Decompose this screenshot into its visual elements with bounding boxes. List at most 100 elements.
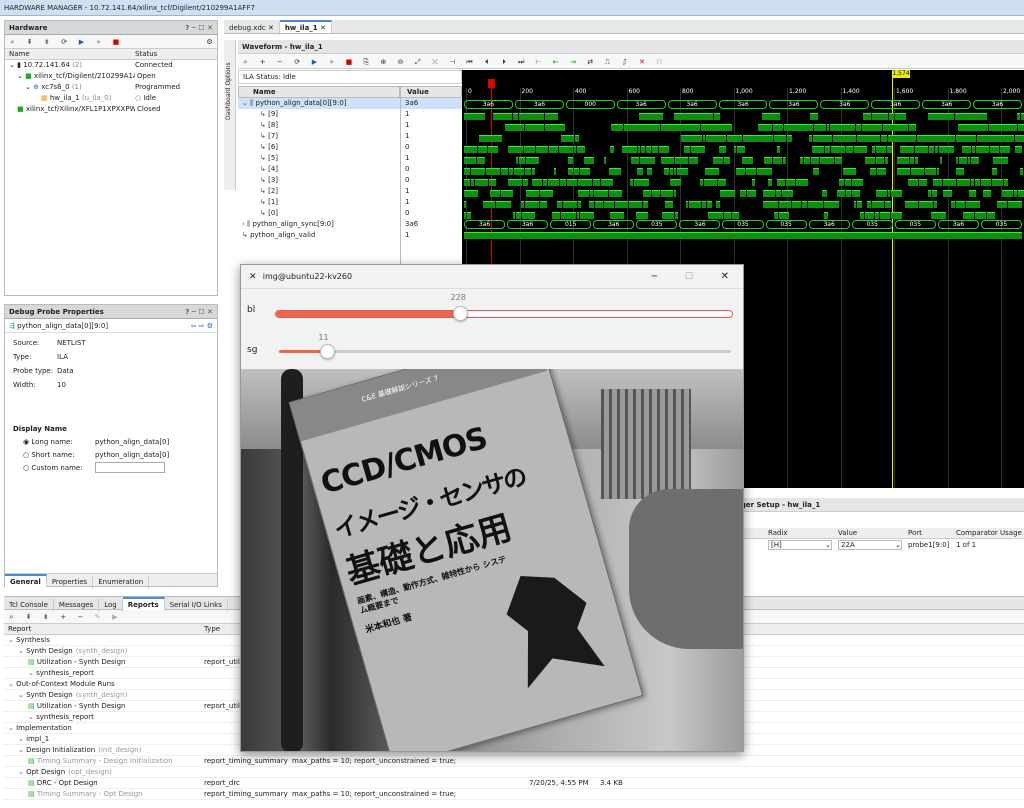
settings-icon[interactable]: ⚙ (204, 37, 215, 47)
bit-high-segment (589, 201, 594, 208)
hardware-row[interactable]: ▦ hw_ila_1 (u_ila_0) ◌ Idle (5, 93, 217, 104)
run-immediate-icon[interactable]: » (326, 57, 337, 67)
custom-name-radio[interactable]: ○ Custom name: (23, 464, 83, 472)
hardware-panel-header: Hardware ? ─ ☐ ✕ (5, 21, 217, 35)
hardware-row[interactable]: ■ xilinx_tcf/Xilinx/XFL1P1XPXXPW Closed (5, 104, 217, 115)
remove-icon[interactable]: − (274, 57, 285, 67)
signal-row[interactable]: ↳ [5] (238, 153, 400, 164)
stop-icon[interactable]: ■ (343, 57, 354, 67)
add-marker-icon[interactable]: ⊢ (533, 57, 544, 67)
collapse-all-icon[interactable]: ⇞ (23, 612, 34, 622)
snap-icon[interactable]: ⊓ (654, 57, 665, 67)
add-icon[interactable]: + (257, 57, 268, 67)
signal-row[interactable]: › ⫼ python_align_sync[9:0] (238, 219, 400, 230)
next-marker-icon[interactable]: ⇥ (567, 57, 578, 67)
fall-icon[interactable]: ⎎ (619, 57, 630, 67)
clear-icon[interactable]: ✕ (636, 57, 647, 67)
cursor-icon[interactable]: ⤫ (430, 57, 441, 67)
img-window-titlebar[interactable]: ✕ img@ubuntu22-kv260 ─ ☐ ✕ (241, 265, 743, 289)
prev-marker-icon[interactable]: ⇤ (550, 57, 561, 67)
slider-bl-handle[interactable] (452, 306, 468, 321)
maximize-icon[interactable]: ☐ (685, 265, 693, 289)
zoom-out-icon[interactable]: ⊖ (395, 57, 406, 67)
signal-row[interactable]: ↳ [7] (238, 131, 400, 142)
hardware-row[interactable]: ⌄ ■ xilinx_tcf/Digilent/210299A1AFF7 Ope… (5, 71, 217, 82)
signal-row[interactable]: ⌄ ⫼ python_align_data[0][9:0] (238, 98, 400, 109)
nav-arrows-icon[interactable]: ⇦ ⇨ ⚙ (191, 319, 213, 333)
run-trigger-icon[interactable]: ▶ (309, 57, 320, 67)
slider-sg-handle[interactable] (320, 344, 336, 359)
next-icon[interactable]: ⏵ (499, 57, 510, 67)
collapse-all-icon[interactable]: ⇞ (24, 37, 35, 47)
tab-enumeration[interactable]: Enumeration (93, 576, 150, 589)
signal-row[interactable]: ↳ [4] (238, 164, 400, 175)
slider-bl-track[interactable] (275, 310, 733, 318)
zoom-in-icon[interactable]: ⊕ (378, 57, 389, 67)
swap-icon[interactable]: ⇄ (585, 57, 596, 67)
report-row[interactable]: ⌄ Opt Design (opt_design) (4, 767, 1024, 778)
tab-properties[interactable]: Properties (47, 576, 94, 589)
expand-all-icon[interactable]: ⇟ (40, 612, 51, 622)
bit-high-segment (857, 135, 880, 142)
prev-icon[interactable]: ⏴ (481, 57, 492, 67)
refresh-icon[interactable]: ⟳ (59, 37, 70, 47)
hardware-row[interactable]: ⌄ ▮ 10.72.141.64 (2) Connected (5, 60, 217, 71)
zoom-fit-icon[interactable]: ⤢ (412, 57, 423, 67)
signal-row[interactable]: ↳ [1] (238, 197, 400, 208)
marker-icon[interactable]: ⊣ (447, 57, 458, 67)
close-icon[interactable]: ✕ (721, 265, 729, 289)
refresh-icon[interactable]: ⟳ (292, 57, 303, 67)
report-row[interactable]: ▤ Timing Summary - Design Initialization… (4, 756, 1024, 767)
signal-row[interactable]: ↳ [6] (238, 142, 400, 153)
custom-name-field[interactable] (95, 462, 165, 473)
bit-high-segment (713, 157, 723, 164)
stop-icon[interactable]: ■ (110, 37, 121, 47)
long-name-radio[interactable]: ◉ Long name: (23, 438, 73, 446)
panel-controls-icon[interactable]: ? ─ ☐ ✕ (185, 21, 213, 35)
bit-high-segment (737, 146, 745, 153)
report-row[interactable]: ▤ DRC - Opt Design report_drc 7/20/25, 4:5… (4, 778, 1024, 789)
value-select[interactable]: 22A ⌄ (838, 540, 902, 550)
radix-select[interactable]: [H] ⌄ (768, 540, 832, 550)
bus-icon: ⌄ ⫼ (242, 99, 256, 107)
dashboard-options-strip[interactable]: Dashboard Options (224, 40, 236, 190)
tab-general[interactable]: General (5, 574, 47, 587)
panel-controls-icon[interactable]: ? ─ ☐ ✕ (185, 305, 213, 319)
search-icon[interactable]: ⌕ (240, 57, 251, 67)
search-icon[interactable]: ⌕ (7, 37, 18, 47)
search-icon[interactable]: ⌕ (6, 612, 17, 622)
bit-high-segment (675, 212, 678, 219)
signal-row[interactable]: ↳ [2] (238, 186, 400, 197)
edit-icon[interactable]: ✎ (92, 612, 103, 622)
signal-row[interactable]: ↳ [9] (238, 109, 400, 120)
go-end-icon[interactable]: ⏭ (516, 57, 527, 67)
export-icon[interactable]: ⎘ (361, 57, 372, 67)
rise-icon[interactable]: ⎍ (602, 57, 613, 67)
go-start-icon[interactable]: ⏮ (464, 57, 475, 67)
expand-all-icon[interactable]: ⇟ (41, 37, 52, 47)
add-icon[interactable]: + (58, 612, 69, 622)
hardware-row[interactable]: ⌄ ⊕ xc7s6_0 (1) Programmed (5, 82, 217, 93)
report-title: Synth Design (26, 691, 73, 699)
rack-shape (601, 389, 691, 499)
signal-row[interactable]: ↳ [3] (238, 175, 400, 186)
slider-sg-track[interactable] (279, 350, 731, 353)
minimize-icon[interactable]: ─ (652, 265, 657, 289)
tab-hw-ila[interactable]: hw_ila_1 ✕ (279, 20, 332, 33)
tab-debug-xdc[interactable]: debug.xdc ✕ (224, 22, 280, 35)
signal-row[interactable]: ↳ [0] (238, 208, 400, 219)
trigger-row[interactable]: [H] ⌄ 22A ⌄ probe1[9:0] 1 of 1 (744, 540, 1024, 551)
tab-serial-io[interactable]: Serial I/O Links (165, 599, 228, 612)
signal-row[interactable]: ↳ python_align_valid (238, 230, 400, 241)
short-name-radio[interactable]: ○ Short name: (23, 451, 75, 459)
tab-reports[interactable]: Reports (122, 597, 165, 610)
bit-icon: ↳ (260, 143, 269, 151)
bit-high-segment (577, 146, 585, 153)
run-immediate-icon[interactable]: » (93, 37, 104, 47)
app-title: HARDWARE MANAGER - 10.72.141.64/xilinx_t… (4, 4, 255, 12)
signal-row[interactable]: ↳ [8] (238, 120, 400, 131)
run-trigger-icon[interactable]: ▶ (76, 37, 87, 47)
report-row[interactable]: ▤ Timing Summary - Opt Design report_timi… (4, 789, 1024, 800)
run-icon[interactable]: ▶ (109, 612, 120, 622)
remove-icon[interactable]: − (75, 612, 86, 622)
